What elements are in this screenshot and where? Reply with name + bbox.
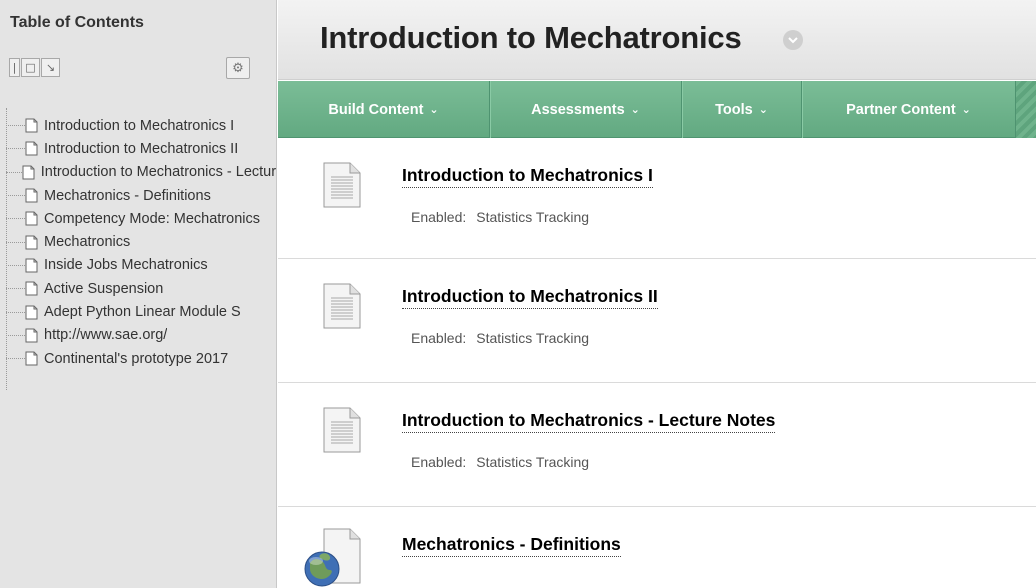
- toc-item[interactable]: Competency Mode: Mechatronics: [0, 207, 276, 230]
- toc-item-label: Inside Jobs Mechatronics: [44, 257, 208, 274]
- build-content-button[interactable]: Build Content ⌄: [278, 81, 490, 138]
- page-icon: [25, 188, 38, 203]
- toc-item-label: Mechatronics: [44, 234, 131, 251]
- action-bar-stripe: [1016, 81, 1036, 138]
- build-content-label: Build Content: [328, 101, 424, 118]
- content-item: Introduction to Mechatronics I Enabled: S…: [278, 138, 1036, 259]
- page-icon: [25, 305, 38, 320]
- page-header: Introduction to Mechatronics: [278, 0, 1036, 80]
- meta-value: Statistics Tracking: [476, 454, 590, 470]
- toc-item-label: Continental's prototype 2017: [44, 350, 229, 367]
- toc-item[interactable]: Inside Jobs Mechatronics: [0, 254, 276, 277]
- toc-sidebar: Table of Contents | □ ↘ ⚙ Introduction t…: [0, 0, 277, 588]
- meta-value: Statistics Tracking: [476, 209, 590, 225]
- document-icon: [323, 283, 361, 329]
- content-list: Introduction to Mechatronics I Enabled: S…: [278, 138, 1036, 588]
- toc-toolbar: | □ ↘: [9, 58, 61, 77]
- meta-key: Enabled:: [411, 454, 467, 470]
- toc-item[interactable]: Adept Python Linear Module S: [0, 300, 276, 323]
- document-icon: [323, 407, 361, 453]
- toc-expand-all-icon[interactable]: □: [21, 58, 40, 77]
- chevron-down-icon: ⌄: [961, 103, 971, 116]
- toc-list: Introduction to Mechatronics I Introduct…: [0, 107, 277, 391]
- toc-item-label: Adept Python Linear Module S: [44, 304, 241, 321]
- toc-item-label: Introduction to Mechatronics I: [44, 117, 235, 134]
- tools-button[interactable]: Tools ⌄: [682, 81, 802, 138]
- page-icon: [25, 281, 38, 296]
- toc-item[interactable]: Mechatronics - Definitions: [0, 184, 276, 207]
- assessments-button[interactable]: Assessments ⌄: [490, 81, 682, 138]
- toc-item[interactable]: Introduction to Mechatronics II: [0, 137, 276, 160]
- toc-item-label: Mechatronics - Definitions: [44, 187, 211, 204]
- content-item: Introduction to Mechatronics II Enabled:…: [278, 259, 1036, 383]
- toc-collapse-bar-icon[interactable]: |: [9, 58, 20, 77]
- chevron-down-icon[interactable]: [783, 30, 803, 50]
- page-icon: [25, 141, 38, 156]
- page-icon: [25, 328, 38, 343]
- tools-label: Tools: [715, 101, 753, 118]
- chevron-down-icon: ⌄: [630, 103, 640, 116]
- action-bar: Build Content ⌄ Assessments ⌄ Tools ⌄ Partn…: [278, 81, 1036, 138]
- content-item-title[interactable]: Introduction to Mechatronics II: [402, 286, 658, 309]
- toc-item[interactable]: Introduction to Mechatronics I: [0, 114, 276, 137]
- content-item-meta: Enabled: Statistics Tracking: [411, 330, 589, 346]
- toc-item[interactable]: Introduction to Mechatronics - Lecture N…: [0, 161, 277, 184]
- meta-key: Enabled:: [411, 209, 467, 225]
- toc-item[interactable]: Mechatronics: [0, 230, 276, 253]
- content-item-title[interactable]: Mechatronics - Definitions: [402, 534, 621, 557]
- content-item-meta: Enabled: Statistics Tracking: [411, 454, 589, 470]
- gear-icon[interactable]: ⚙: [226, 57, 250, 79]
- content-item: Mechatronics - Definitions: [278, 507, 1036, 588]
- page-icon: [25, 258, 38, 273]
- toc-item[interactable]: Continental's prototype 2017: [0, 347, 276, 370]
- toc-item-label: Introduction to Mechatronics - Lecture N…: [40, 164, 277, 181]
- toc-title: Table of Contents: [10, 14, 144, 31]
- content-item: Introduction to Mechatronics - Lecture N…: [278, 383, 1036, 507]
- toc-item[interactable]: http://www.sae.org/: [0, 324, 276, 347]
- page-icon: [25, 211, 38, 226]
- content-item-title[interactable]: Introduction to Mechatronics - Lecture N…: [402, 410, 776, 433]
- partner-content-button[interactable]: Partner Content ⌄: [802, 81, 1016, 138]
- toc-item-label: http://www.sae.org/: [44, 327, 168, 344]
- document-icon: [323, 162, 361, 208]
- toc-item-label: Introduction to Mechatronics II: [44, 140, 239, 157]
- web-link-icon: [304, 528, 361, 587]
- meta-key: Enabled:: [411, 330, 467, 346]
- page-title: Introduction to Mechatronics: [320, 20, 742, 55]
- partner-content-label: Partner Content: [846, 101, 956, 118]
- toc-item[interactable]: Active Suspension: [0, 277, 276, 300]
- chevron-down-icon: ⌄: [758, 103, 768, 116]
- toc-arrow-icon[interactable]: ↘: [41, 58, 60, 77]
- page-icon: [25, 235, 38, 250]
- page-icon: [22, 165, 35, 180]
- toc-item-label: Competency Mode: Mechatronics: [44, 210, 260, 227]
- page-icon: [25, 118, 38, 133]
- content-item-meta: Enabled: Statistics Tracking: [411, 209, 589, 225]
- page-icon: [25, 351, 38, 366]
- chevron-down-icon: ⌄: [429, 103, 439, 116]
- assessments-label: Assessments: [531, 101, 625, 118]
- content-item-title[interactable]: Introduction to Mechatronics I: [402, 165, 653, 188]
- toc-item-label: Active Suspension: [44, 280, 164, 297]
- meta-value: Statistics Tracking: [476, 330, 590, 346]
